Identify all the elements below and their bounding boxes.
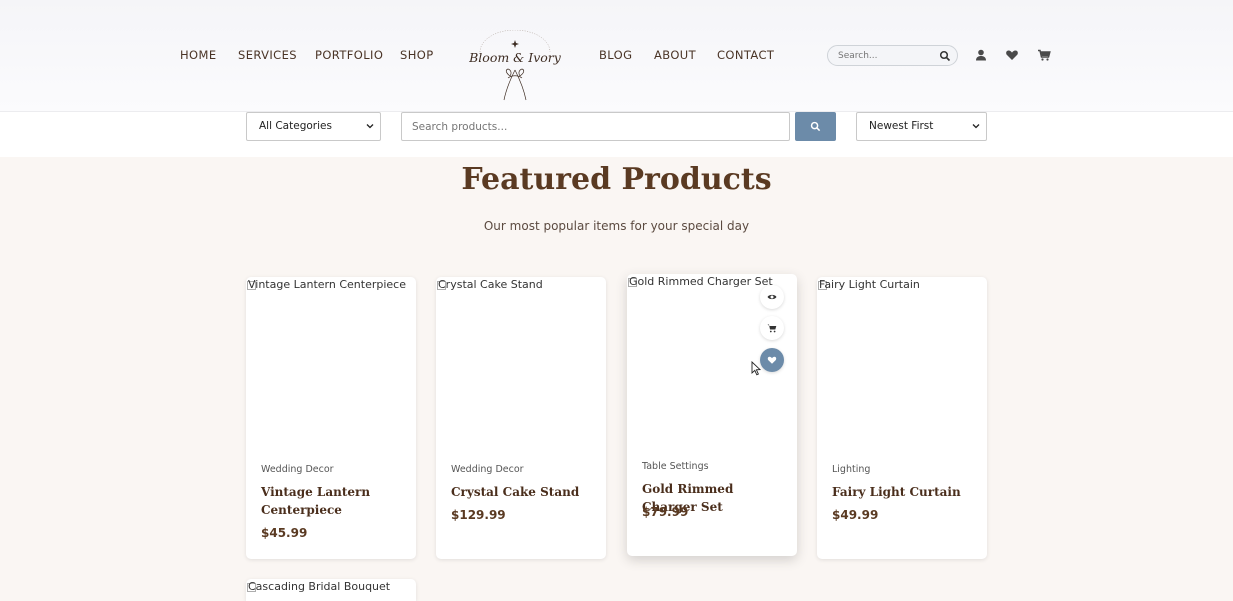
logo-emblem: [479, 29, 551, 101]
user-icon[interactable]: [974, 48, 988, 62]
chevron-down-icon: [366, 124, 374, 129]
eye-icon: [767, 294, 777, 300]
nav-portfolio[interactable]: PORTFOLIO: [315, 48, 383, 62]
category-select-value: All Categories: [259, 120, 332, 132]
site-header: HOME SERVICES PORTFOLIO SHOP Bloom & Ivo…: [0, 0, 1233, 112]
product-category: Lighting: [832, 464, 871, 475]
chevron-down-icon: [972, 124, 980, 129]
product-image[interactable]: Cascading Bridal Bouquet: [248, 580, 390, 593]
header-search-input[interactable]: [838, 49, 938, 63]
product-card[interactable]: Cascading Bridal Bouquet: [246, 579, 416, 601]
section-title: Featured Products: [461, 162, 772, 197]
add-to-cart-button[interactable]: [760, 316, 784, 340]
mouse-cursor-icon: [751, 361, 762, 376]
product-category: Wedding Decor: [451, 464, 524, 475]
product-category: Table Settings: [642, 461, 709, 472]
product-name[interactable]: Crystal Cake Stand: [451, 483, 596, 501]
logo-text: Bloom & Ivory: [469, 50, 561, 65]
product-search-input[interactable]: [412, 119, 772, 135]
nav-about[interactable]: ABOUT: [654, 48, 696, 62]
nav-shop[interactable]: SHOP: [400, 48, 434, 62]
product-card[interactable]: Crystal Cake Stand Wedding Decor Crystal…: [436, 277, 606, 559]
search-icon[interactable]: [939, 50, 951, 62]
product-image[interactable]: Crystal Cake Stand: [438, 278, 543, 291]
brand-logo[interactable]: Bloom & Ivory: [466, 29, 564, 102]
sort-select-value: Newest First: [869, 120, 934, 132]
product-category: Wedding Decor: [261, 464, 334, 475]
product-name[interactable]: Vintage Lantern Centerpiece: [261, 483, 406, 519]
search-icon: [810, 121, 821, 132]
product-image[interactable]: Gold Rimmed Charger Set: [629, 275, 773, 288]
nav-contact[interactable]: CONTACT: [717, 48, 774, 62]
product-price: $49.99: [832, 508, 879, 522]
heart-icon: [767, 356, 777, 364]
nav-services[interactable]: SERVICES: [238, 48, 297, 62]
product-card[interactable]: Fairy Light Curtain Lighting Fairy Light…: [817, 277, 987, 559]
product-search-button[interactable]: [795, 112, 836, 141]
quick-view-button[interactable]: [760, 285, 784, 309]
product-search: [401, 112, 790, 141]
add-to-wishlist-button[interactable]: [760, 348, 784, 372]
product-price: $79.99: [642, 505, 689, 519]
sort-select[interactable]: Newest First: [856, 112, 987, 141]
product-image[interactable]: Fairy Light Curtain: [819, 278, 920, 291]
cart-icon[interactable]: [1037, 48, 1051, 62]
product-price: $45.99: [261, 526, 308, 540]
heart-icon[interactable]: [1005, 48, 1019, 62]
category-select[interactable]: All Categories: [246, 112, 381, 141]
header-search: [827, 45, 958, 66]
nav-blog[interactable]: BLOG: [599, 48, 632, 62]
cart-icon: [767, 324, 777, 333]
nav-home[interactable]: HOME: [180, 48, 217, 62]
product-image[interactable]: Vintage Lantern Centerpiece: [248, 278, 406, 291]
product-card[interactable]: Vintage Lantern Centerpiece Wedding Deco…: [246, 277, 416, 559]
product-price: $129.99: [451, 508, 506, 522]
product-name[interactable]: Fairy Light Curtain: [832, 483, 977, 501]
product-card[interactable]: Gold Rimmed Charger Set Table Settings G…: [627, 274, 797, 556]
section-subtitle: Our most popular items for your special …: [483, 219, 750, 233]
